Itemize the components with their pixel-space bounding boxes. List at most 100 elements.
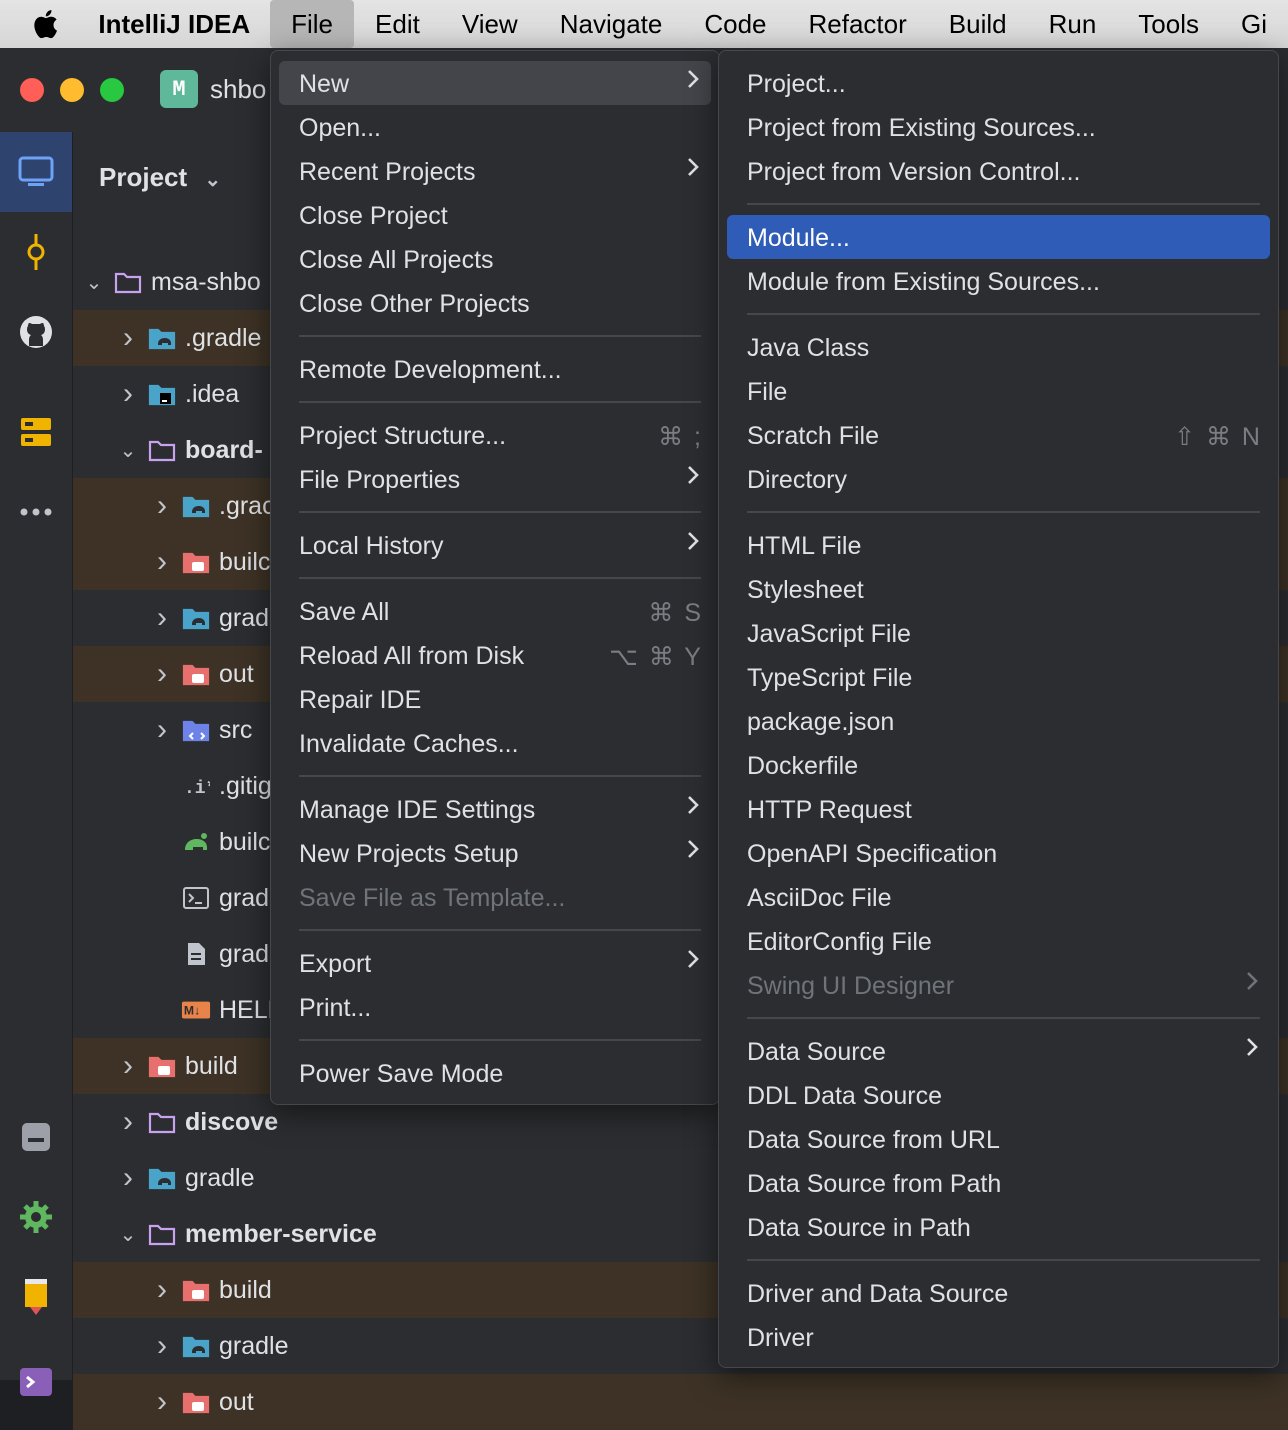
menu-separator (747, 1259, 1260, 1261)
new-menu-editorconfig-file[interactable]: EditorConfig File (727, 919, 1270, 963)
new-menu-dockerfile[interactable]: Dockerfile (727, 743, 1270, 787)
new-menu-javascript-file[interactable]: JavaScript File (727, 611, 1270, 655)
chevron-down-icon[interactable]: ⌄ (115, 1222, 141, 1247)
apple-icon (34, 10, 58, 39)
menu-item-label: Driver and Data Source (747, 1280, 1009, 1308)
file-menu-export[interactable]: Export (279, 941, 711, 985)
menubar-git[interactable]: Gi (1220, 0, 1288, 48)
chevron-right-icon[interactable]: › (149, 713, 175, 747)
file-menu-repair-ide[interactable]: Repair IDE (279, 677, 711, 721)
menubar-navigate[interactable]: Navigate (539, 0, 684, 48)
chevron-down-icon[interactable]: ⌄ (115, 438, 141, 463)
menu-item-label: Data Source from URL (747, 1126, 1000, 1154)
chevron-right-icon[interactable]: › (149, 489, 175, 523)
structure-tool-button[interactable] (0, 392, 72, 472)
menubar-code[interactable]: Code (683, 0, 787, 48)
chevron-right-icon (688, 158, 699, 176)
menubar-refactor[interactable]: Refactor (788, 0, 928, 48)
menubar-tools[interactable]: Tools (1117, 0, 1220, 48)
new-menu-directory[interactable]: Directory (727, 457, 1270, 501)
file-menu-new-projects-setup[interactable]: New Projects Setup (279, 831, 711, 875)
menubar-run[interactable]: Run (1028, 0, 1118, 48)
commit-tool-button[interactable] (0, 212, 72, 292)
new-menu-project-from-version-control[interactable]: Project from Version Control... (727, 149, 1270, 193)
chevron-right-icon[interactable]: › (149, 545, 175, 579)
chevron-right-icon[interactable]: › (149, 657, 175, 691)
new-menu-module[interactable]: Module... (727, 215, 1270, 259)
chevron-right-icon[interactable]: › (115, 1049, 141, 1083)
gradle-folder-icon (181, 494, 211, 518)
new-menu-java-class[interactable]: Java Class (727, 325, 1270, 369)
menubar-view[interactable]: View (441, 0, 539, 48)
file-menu-invalidate-caches[interactable]: Invalidate Caches... (279, 721, 711, 765)
database-tool-button[interactable] (0, 1097, 72, 1177)
github-tool-button[interactable] (0, 292, 72, 372)
menubar-edit[interactable]: Edit (354, 0, 441, 48)
new-menu-data-source-in-path[interactable]: Data Source in Path (727, 1205, 1270, 1249)
project-view-selector[interactable]: Project ⌄ (99, 162, 221, 193)
close-window-button[interactable] (20, 78, 44, 102)
file-menu-close-project[interactable]: Close Project (279, 193, 711, 237)
apple-menu[interactable] (0, 9, 90, 39)
chevron-right-icon[interactable]: › (149, 1385, 175, 1419)
monitor-icon (18, 156, 54, 186)
new-menu-data-source-from-path[interactable]: Data Source from Path (727, 1161, 1270, 1205)
chevron-right-icon[interactable]: › (115, 377, 141, 411)
zoom-window-button[interactable] (100, 78, 124, 102)
notifications-tool-button[interactable] (0, 1257, 72, 1337)
new-menu-driver[interactable]: Driver (727, 1315, 1270, 1359)
file-menu-remote-development[interactable]: Remote Development... (279, 347, 711, 391)
tree-node-label: grad (219, 939, 270, 968)
new-menu-openapi-specification[interactable]: OpenAPI Specification (727, 831, 1270, 875)
chevron-right-icon[interactable]: › (115, 321, 141, 355)
more-tools-button[interactable] (0, 472, 72, 552)
menubar-build[interactable]: Build (928, 0, 1028, 48)
minimize-window-button[interactable] (60, 78, 84, 102)
new-menu-typescript-file[interactable]: TypeScript File (727, 655, 1270, 699)
new-menu-ddl-data-source[interactable]: DDL Data Source (727, 1073, 1270, 1117)
tree-node-label: .gradle (185, 323, 262, 352)
file-menu-new[interactable]: New (279, 61, 711, 105)
new-menu-module-from-existing-sources[interactable]: Module from Existing Sources... (727, 259, 1270, 303)
excluded-folder-icon (147, 1054, 177, 1078)
file-menu-recent-projects[interactable]: Recent Projects (279, 149, 711, 193)
file-menu-reload-all-from-disk[interactable]: Reload All from Disk ⌥ ⌘ Y (279, 633, 711, 677)
file-menu-open[interactable]: Open... (279, 105, 711, 149)
file-menu-manage-ide-settings[interactable]: Manage IDE Settings (279, 787, 711, 831)
file-menu-project-structure[interactable]: Project Structure... ⌘ ; (279, 413, 711, 457)
file-menu-file-properties[interactable]: File Properties (279, 457, 711, 501)
excluded-folder-icon (181, 1278, 211, 1302)
new-menu-driver-and-data-source[interactable]: Driver and Data Source (727, 1271, 1270, 1315)
project-badge[interactable]: M (160, 70, 198, 108)
file-menu-save-all[interactable]: Save All ⌘ S (279, 589, 711, 633)
project-switcher[interactable]: shbo (210, 74, 266, 105)
new-menu-http-request[interactable]: HTTP Request (727, 787, 1270, 831)
file-menu-power-save-mode[interactable]: Power Save Mode (279, 1051, 711, 1095)
settings-tool-button[interactable] (0, 1177, 72, 1257)
new-menu-package-json[interactable]: package.json (727, 699, 1270, 743)
chevron-right-icon[interactable]: › (149, 1273, 175, 1307)
file-menu-close-all-projects[interactable]: Close All Projects (279, 237, 711, 281)
chevron-right-icon[interactable]: › (115, 1161, 141, 1195)
chevron-right-icon[interactable]: › (115, 1105, 141, 1139)
file-menu-print[interactable]: Print... (279, 985, 711, 1029)
chevron-down-icon[interactable]: ⌄ (81, 270, 107, 295)
tree-node[interactable]: › out (73, 1374, 1288, 1430)
file-menu-local-history[interactable]: Local History (279, 523, 711, 567)
new-menu-html-file[interactable]: HTML File (727, 523, 1270, 567)
project-tool-button[interactable] (0, 132, 72, 212)
menubar-app-name[interactable]: IntelliJ IDEA (90, 9, 270, 40)
new-menu-data-source[interactable]: Data Source (727, 1029, 1270, 1073)
new-menu-project-from-existing-sources[interactable]: Project from Existing Sources... (727, 105, 1270, 149)
new-menu-asciidoc-file[interactable]: AsciiDoc File (727, 875, 1270, 919)
chevron-right-icon[interactable]: › (149, 1329, 175, 1363)
chevron-right-icon[interactable]: › (149, 601, 175, 635)
menubar-file[interactable]: File (270, 0, 355, 48)
terminal-tool-button[interactable] (0, 1342, 72, 1422)
new-menu-data-source-from-url[interactable]: Data Source from URL (727, 1117, 1270, 1161)
new-menu-stylesheet[interactable]: Stylesheet (727, 567, 1270, 611)
file-menu-close-other-projects[interactable]: Close Other Projects (279, 281, 711, 325)
new-menu-scratch-file[interactable]: Scratch File ⇧ ⌘ N (727, 413, 1270, 457)
new-menu-project[interactable]: Project... (727, 61, 1270, 105)
new-menu-file[interactable]: File (727, 369, 1270, 413)
